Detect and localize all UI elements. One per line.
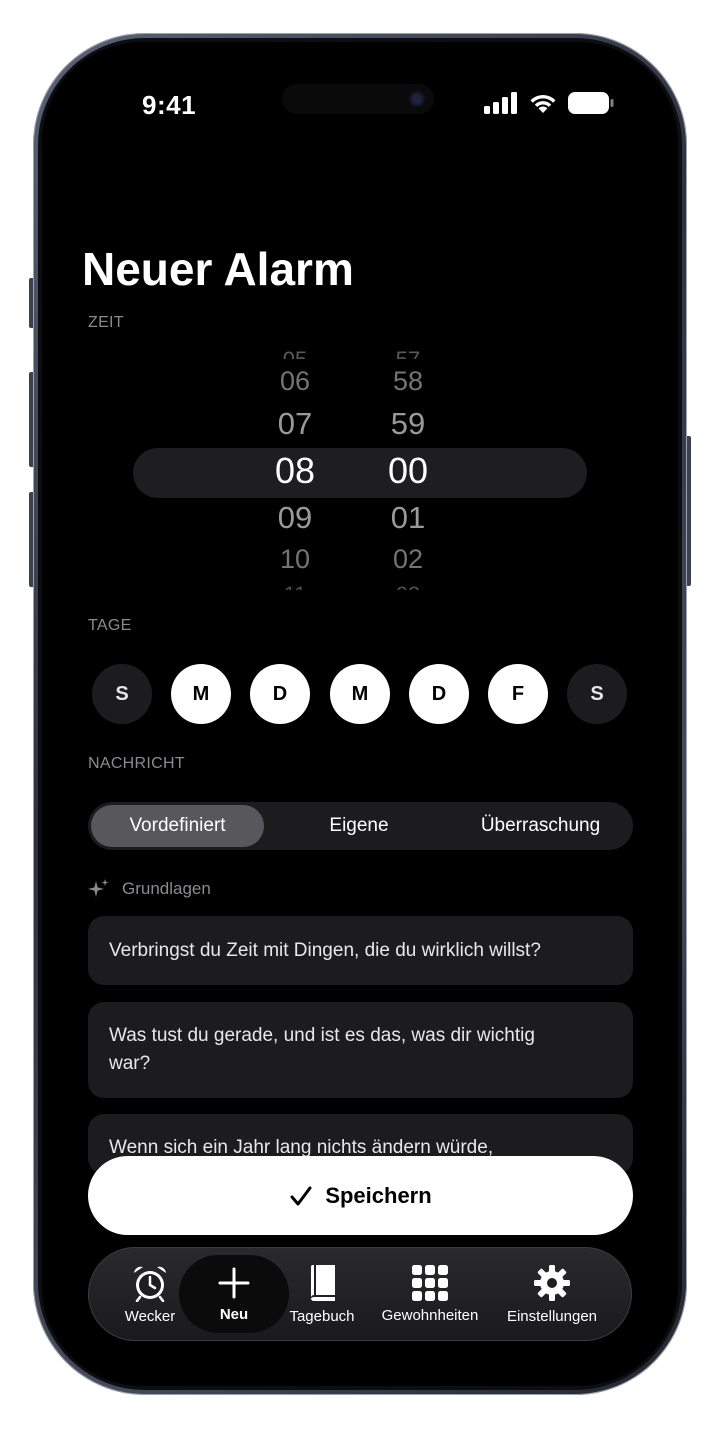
tab-gewohnheiten[interactable]: Gewohnheiten — [370, 1247, 490, 1341]
hour-option[interactable]: 10 — [245, 544, 345, 575]
message-text: Was tust du gerade, und ist es das, was … — [109, 1025, 535, 1074]
message-text: Verbringst du Zeit mit Dingen, die du wi… — [109, 939, 541, 961]
minute-option-selected[interactable]: 00 — [358, 450, 458, 492]
hour-option[interactable]: 09 — [245, 500, 345, 536]
status-time: 9:41 — [142, 90, 197, 120]
minute-option[interactable]: 01 — [358, 500, 458, 536]
book-icon — [311, 1264, 335, 1301]
status-icons — [484, 92, 614, 114]
minute-option[interactable]: 02 — [358, 544, 458, 575]
minute-option[interactable]: 57 — [358, 347, 458, 359]
message-card[interactable]: Was tust du gerade, und ist es das, was … — [88, 1002, 633, 1098]
day-toggle-tuesday[interactable]: D — [250, 664, 310, 724]
sparkle-icon — [88, 879, 109, 897]
tab-label: Tagebuch — [289, 1307, 355, 1325]
tab-einstellungen[interactable]: Einstellungen — [492, 1247, 612, 1341]
battery-icon — [568, 92, 614, 114]
gear-icon — [534, 1264, 570, 1301]
segment-custom[interactable]: Eigene — [270, 802, 448, 850]
tab-label: Gewohnheiten — [381, 1306, 479, 1324]
hour-option[interactable]: 06 — [245, 366, 345, 397]
hour-wheel[interactable]: 05 06 07 08 09 10 11 — [245, 342, 345, 592]
save-button-label: Speichern — [325, 1182, 432, 1208]
day-toggle-thursday[interactable]: D — [409, 664, 469, 724]
camera-icon — [408, 90, 426, 108]
wifi-icon — [530, 94, 556, 113]
day-toggle-monday[interactable]: M — [171, 664, 231, 724]
section-label-time: ZEIT — [88, 314, 124, 331]
screen: 9:41 Neuer Alarm ZEIT 05 06 07 08 09 — [42, 42, 678, 1386]
hour-option[interactable]: 11 — [245, 582, 345, 590]
save-button[interactable]: Speichern — [88, 1156, 633, 1235]
category-label: Grundlagen — [88, 878, 211, 900]
hour-option[interactable]: 07 — [245, 406, 345, 442]
message-mode-control: Vordefiniert Eigene Überraschung — [88, 802, 633, 850]
tab-bar: Wecker Neu Tagebuch Gewohnheiten Einstel… — [88, 1247, 632, 1341]
tab-label: Neu — [219, 1305, 249, 1323]
hour-option-selected[interactable]: 08 — [245, 450, 345, 492]
weekday-selector: S M D M D F S — [92, 664, 628, 724]
day-toggle-wednesday[interactable]: M — [330, 664, 390, 724]
message-card[interactable]: Verbringst du Zeit mit Dingen, die du wi… — [88, 916, 633, 985]
plus-icon — [218, 1267, 250, 1298]
segment-surprise[interactable]: Überraschung — [450, 802, 631, 850]
tab-neu[interactable]: Neu — [179, 1255, 289, 1333]
minute-option[interactable]: 58 — [358, 366, 458, 397]
minute-option[interactable]: 03 — [358, 582, 458, 590]
day-toggle-sunday[interactable]: S — [92, 664, 152, 724]
hour-option[interactable]: 05 — [245, 347, 345, 359]
minute-option[interactable]: 59 — [358, 406, 458, 442]
section-label-message: NACHRICHT — [88, 755, 185, 772]
category-name: Grundlagen — [122, 879, 211, 898]
cellular-signal-icon — [484, 92, 517, 114]
day-toggle-saturday[interactable]: S — [567, 664, 627, 724]
section-label-days: TAGE — [88, 617, 132, 634]
day-toggle-friday[interactable]: F — [488, 664, 548, 724]
checkmark-icon — [290, 1186, 312, 1205]
page-title: Neuer Alarm — [82, 243, 354, 295]
tab-label: Wecker — [124, 1307, 176, 1325]
tab-label: Einstellungen — [506, 1307, 598, 1325]
tab-tagebuch[interactable]: Tagebuch — [276, 1247, 368, 1341]
segment-predefined[interactable]: Vordefiniert — [91, 805, 264, 847]
minute-wheel[interactable]: 57 58 59 00 01 02 03 — [358, 342, 458, 592]
alarm-clock-icon — [134, 1266, 166, 1302]
grid-icon — [412, 1264, 448, 1301]
